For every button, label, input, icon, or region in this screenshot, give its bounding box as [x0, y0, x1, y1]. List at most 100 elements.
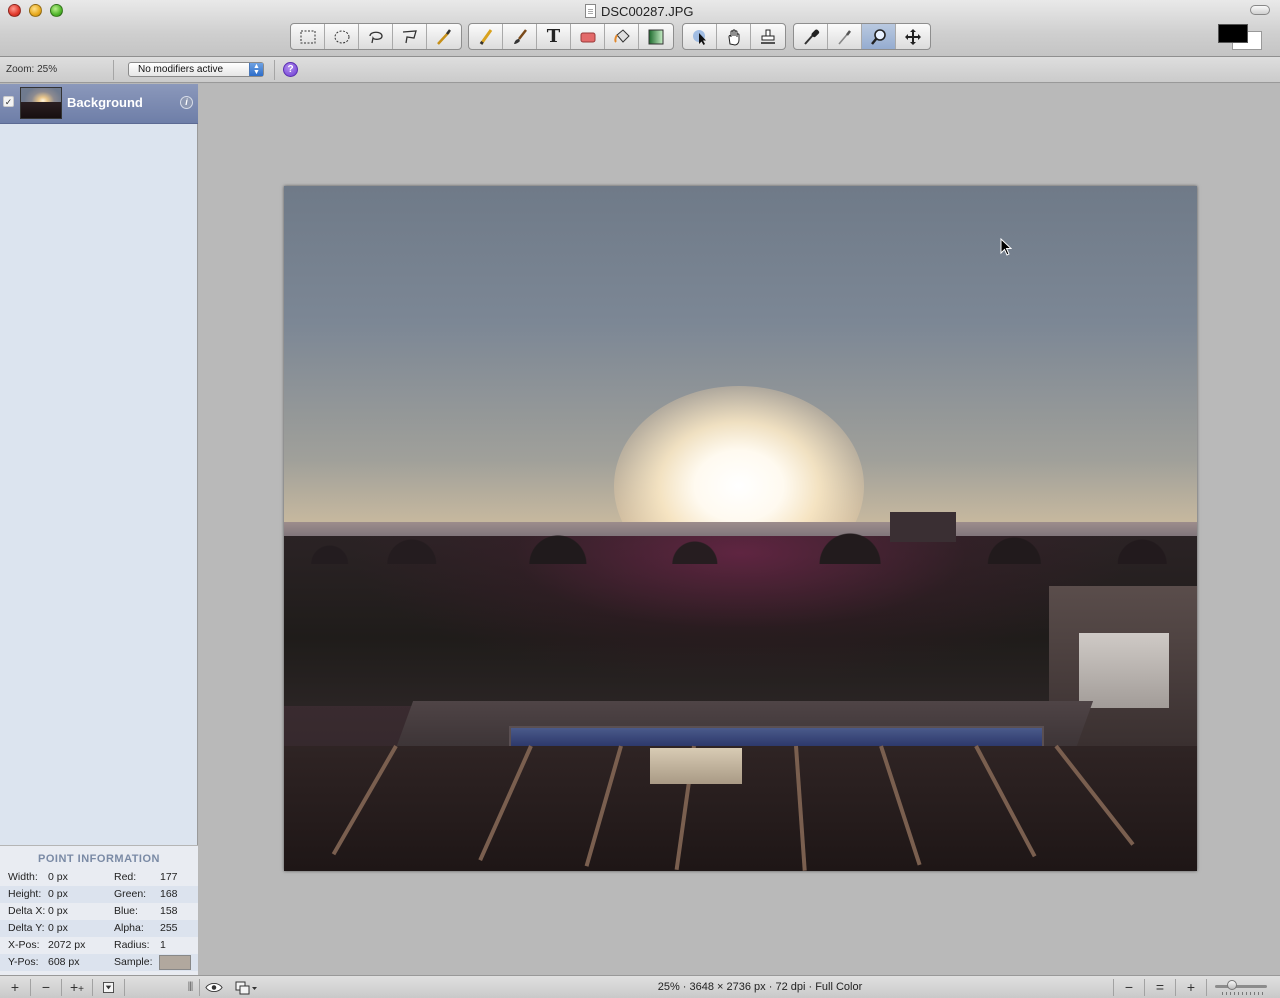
- magic-wand-icon[interactable]: [427, 24, 461, 49]
- hand-icon[interactable]: [717, 24, 751, 49]
- divider: [61, 979, 62, 996]
- divider: [30, 979, 31, 996]
- point-information-panel: POINT INFORMATION Width: 0 px Red: 177 H…: [0, 845, 198, 975]
- image-canvas[interactable]: [284, 186, 1197, 871]
- layer-actions-button[interactable]: [96, 979, 120, 996]
- sample-color-swatch: [159, 955, 191, 970]
- window-title: DSC00287.JPG: [585, 3, 694, 19]
- toolbar-toggle-button[interactable]: [1250, 5, 1270, 15]
- select-arrows-icon: ▲ ▼: [249, 63, 263, 76]
- foreground-color-swatch[interactable]: [1218, 24, 1248, 43]
- image-info-text: 25% · 3648 × 2736 px · 72 dpi · Full Col…: [657, 981, 863, 993]
- minimize-window-button[interactable]: [29, 4, 42, 17]
- selection-tools-group: [290, 23, 462, 50]
- layer-row[interactable]: ✓ Background i: [0, 84, 198, 124]
- divider: [199, 979, 200, 996]
- delta-y-value: 0 px: [48, 922, 68, 934]
- delta-y-label: Delta Y:: [8, 922, 45, 934]
- pointer-tools-group: [682, 23, 786, 50]
- close-window-button[interactable]: [8, 4, 21, 17]
- lasso-icon[interactable]: [359, 24, 393, 49]
- ellipse-select-icon[interactable]: [325, 24, 359, 49]
- pencil-icon[interactable]: [469, 24, 503, 49]
- window-title-text: DSC00287.JPG: [601, 3, 694, 19]
- point-info-row: X-Pos: 2072 px Radius: 1: [0, 937, 198, 954]
- divider: [274, 60, 275, 80]
- y-pos-label: Y-Pos:: [8, 956, 39, 968]
- polygon-lasso-icon[interactable]: [393, 24, 427, 49]
- photo-building-wall: [1079, 633, 1169, 708]
- width-label: Width:: [8, 871, 38, 883]
- photo-slab: [650, 748, 742, 784]
- radius-label: Radius:: [114, 939, 150, 951]
- pointer-icon[interactable]: [683, 24, 717, 49]
- point-info-row: Height: 0 px Green: 168: [0, 886, 198, 903]
- remove-layer-button[interactable]: −: [34, 979, 58, 996]
- layer-visibility-checkbox[interactable]: ✓: [3, 96, 14, 107]
- view-tools-group: [793, 23, 931, 50]
- view-options-button[interactable]: [231, 979, 263, 996]
- y-pos-value: 608 px: [48, 956, 80, 968]
- brush-icon[interactable]: [503, 24, 537, 49]
- color-well[interactable]: [1218, 24, 1270, 50]
- x-pos-label: X-Pos:: [8, 939, 40, 951]
- window-titlebar: DSC00287.JPG T: [0, 0, 1280, 57]
- actual-size-button[interactable]: =: [1148, 979, 1172, 996]
- status-bar: + − ++ ||| 25% · 3648 × 2736 px · 72 dpi…: [0, 975, 1280, 998]
- delta-x-label: Delta X:: [8, 905, 46, 917]
- delta-x-value: 0 px: [48, 905, 68, 917]
- divider: [1113, 979, 1114, 996]
- duplicate-layer-button[interactable]: ++: [65, 979, 89, 996]
- help-button[interactable]: ?: [283, 62, 298, 77]
- smudge-icon[interactable]: [828, 24, 862, 49]
- zoom-slider-track[interactable]: [1215, 985, 1267, 988]
- paint-bucket-icon[interactable]: [605, 24, 639, 49]
- divider: [1206, 979, 1207, 996]
- duplicate-layer-glyph: +: [69, 979, 79, 995]
- add-layer-button[interactable]: +: [3, 979, 27, 996]
- text-icon[interactable]: T: [537, 24, 571, 49]
- modifiers-select-value: No modifiers active: [138, 64, 224, 75]
- divider: [1175, 979, 1176, 996]
- zoom-slider-ticks: [1222, 992, 1266, 995]
- point-info-row: Width: 0 px Red: 177: [0, 869, 198, 886]
- divider: [92, 979, 93, 996]
- eyedropper-icon[interactable]: [794, 24, 828, 49]
- divider: [1144, 979, 1145, 996]
- zoom-slider-knob[interactable]: [1227, 980, 1237, 990]
- options-bar: Zoom: 25% No modifiers active ▲ ▼ ?: [0, 57, 1280, 83]
- gradient-icon[interactable]: [639, 24, 673, 49]
- zoom-window-button[interactable]: [50, 4, 63, 17]
- modifiers-select[interactable]: No modifiers active ▲ ▼: [128, 62, 264, 77]
- x-pos-value: 2072 px: [48, 939, 86, 951]
- layers-sidebar: ✓ Background i POINT INFORMATION Width: …: [0, 84, 198, 975]
- paint-tools-group: T: [468, 23, 674, 50]
- canvas-area[interactable]: [199, 84, 1280, 975]
- point-info-row: Delta X: 0 px Blue: 158: [0, 903, 198, 920]
- zoom-icon[interactable]: [862, 24, 896, 49]
- point-information-title: POINT INFORMATION: [38, 853, 160, 865]
- layer-actions-icon: [102, 982, 114, 993]
- radius-value: 1: [160, 939, 166, 951]
- zoom-level-label: Zoom: 25%: [6, 64, 58, 75]
- point-info-row: Y-Pos: 608 px Sample:: [0, 954, 198, 971]
- height-label: Height:: [8, 888, 42, 900]
- zoom-in-button[interactable]: +: [1179, 979, 1203, 996]
- point-info-row: Delta Y: 0 px Alpha: 255: [0, 920, 198, 937]
- stamp-icon[interactable]: [751, 24, 785, 49]
- layer-thumbnail: [20, 87, 62, 119]
- height-value: 0 px: [48, 888, 68, 900]
- plus-small-icon: +: [78, 984, 85, 995]
- width-value: 0 px: [48, 871, 68, 883]
- photo-house: [890, 512, 956, 542]
- red-value: 177: [160, 871, 178, 883]
- divider: [113, 60, 114, 80]
- info-icon[interactable]: i: [180, 96, 193, 109]
- green-value: 168: [160, 888, 178, 900]
- blue-value: 158: [160, 905, 178, 917]
- eraser-icon[interactable]: [571, 24, 605, 49]
- rect-select-icon[interactable]: [291, 24, 325, 49]
- move-icon[interactable]: [896, 24, 930, 49]
- zoom-out-button[interactable]: −: [1117, 979, 1141, 996]
- eye-icon[interactable]: [202, 979, 226, 996]
